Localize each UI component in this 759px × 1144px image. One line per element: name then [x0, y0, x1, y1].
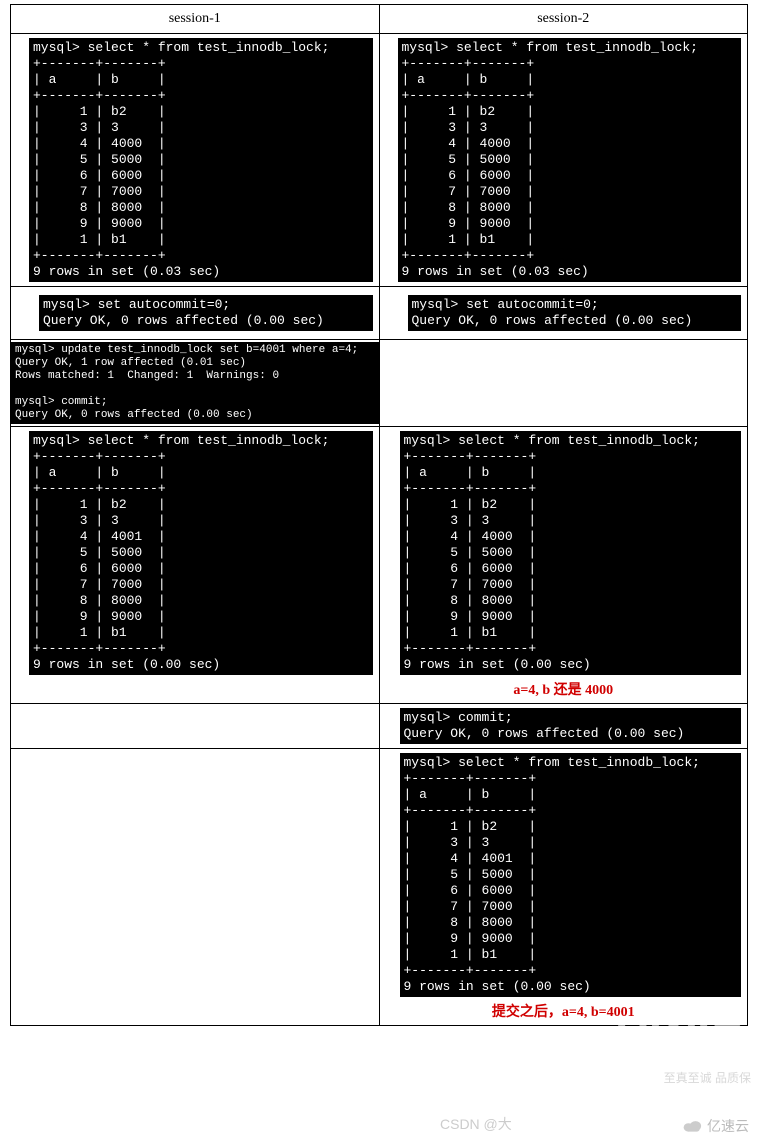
terminal-s1-autocommit: mysql> set autocommit=0; Query OK, 0 row… — [39, 295, 373, 331]
terminal-s2-select-initial: mysql> select * from test_innodb_lock; +… — [398, 38, 742, 282]
header-session-2: session-2 — [379, 5, 748, 34]
terminal-s2-commit: mysql> commit; Query OK, 0 rows affected… — [400, 708, 742, 744]
terminal-s2-select-stale: mysql> select * from test_innodb_lock; +… — [400, 431, 742, 675]
terminal-s1-select-after-update: mysql> select * from test_innodb_lock; +… — [29, 431, 373, 675]
watermark-slogan: 至真至诚 品质保 — [664, 1069, 751, 1086]
caption-after-commit: 提交之后，a=4, b=4001 — [386, 997, 742, 1021]
header-session-1: session-1 — [11, 5, 380, 34]
caption-stale-read: a=4, b 还是 4000 — [386, 675, 742, 699]
terminal-s1-update-commit: mysql> update test_innodb_lock set b=400… — [11, 342, 379, 424]
watermark-csdn: CSDN @大 — [440, 1114, 512, 1134]
terminal-s2-select-after-commit: mysql> select * from test_innodb_lock; +… — [400, 753, 742, 997]
watermark-brand-text: 亿速云 — [707, 1116, 749, 1136]
terminal-s2-autocommit: mysql> set autocommit=0; Query OK, 0 row… — [408, 295, 742, 331]
terminal-s1-select-initial: mysql> select * from test_innodb_lock; +… — [29, 38, 373, 282]
watermark-brand: 亿速云 — [681, 1116, 749, 1136]
cloud-icon — [681, 1119, 703, 1133]
session-comparison-table: session-1 session-2 mysql> select * from… — [10, 4, 748, 1026]
